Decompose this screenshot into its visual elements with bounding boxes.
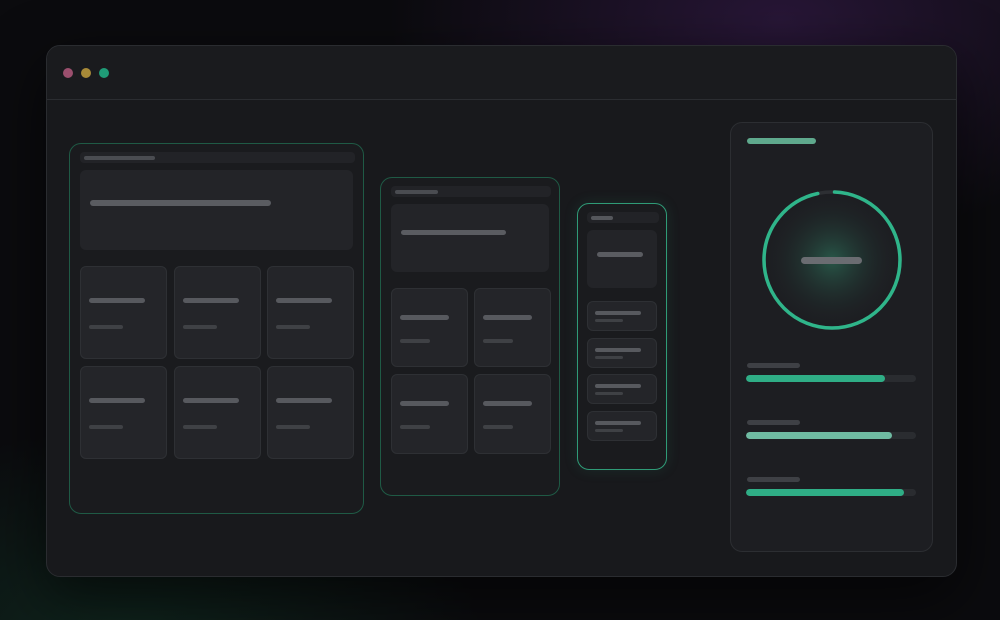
metric-label-bar	[747, 363, 800, 368]
card-title-bar	[183, 298, 239, 303]
tablet-card	[474, 288, 551, 367]
card-title-bar	[89, 298, 145, 303]
desktop-card	[174, 266, 261, 359]
metric-label-bar	[747, 420, 800, 425]
desktop-hero	[80, 170, 353, 250]
desktop-hero-bar	[90, 200, 271, 206]
score-gauge	[762, 190, 902, 330]
card-title-bar	[183, 398, 239, 403]
desktop-preview-frame	[69, 143, 364, 514]
desktop-card	[174, 366, 261, 459]
list-item-sub-bar	[595, 319, 623, 322]
mobile-preview-frame	[577, 203, 667, 470]
list-item-sub-bar	[595, 356, 623, 359]
card-title-bar	[483, 315, 532, 320]
metric-label-bar	[747, 477, 800, 482]
metrics-panel-title-bar	[747, 138, 816, 144]
list-item-title-bar	[595, 348, 641, 352]
metric-fill	[746, 375, 886, 382]
tablet-card	[474, 374, 551, 454]
tablet-preview-frame	[380, 177, 560, 496]
close-dot-icon[interactable]	[63, 68, 73, 78]
title-bar	[47, 46, 956, 100]
card-sub-bar	[89, 425, 123, 429]
list-item-title-bar	[595, 421, 641, 425]
metric-fill	[746, 489, 905, 496]
card-sub-bar	[276, 425, 310, 429]
mobile-list-item	[587, 338, 657, 368]
mobile-list-item	[587, 374, 657, 404]
card-title-bar	[89, 398, 145, 403]
maximize-dot-icon[interactable]	[99, 68, 109, 78]
card-sub-bar	[400, 339, 430, 343]
list-item-title-bar	[595, 311, 641, 315]
mobile-list-item	[587, 411, 657, 441]
metric-track	[746, 375, 916, 382]
tablet-hero-bar	[401, 230, 506, 235]
minimize-dot-icon[interactable]	[81, 68, 91, 78]
card-title-bar	[276, 398, 332, 403]
card-sub-bar	[89, 325, 123, 329]
list-item-sub-bar	[595, 429, 623, 432]
tablet-header-bar	[395, 190, 438, 194]
desktop-card	[80, 366, 167, 459]
card-sub-bar	[183, 325, 217, 329]
desktop-header-bar	[84, 156, 155, 160]
metric-fill	[746, 432, 893, 439]
metric-track	[746, 432, 916, 439]
card-sub-bar	[183, 425, 217, 429]
card-title-bar	[276, 298, 332, 303]
mobile-list-item	[587, 301, 657, 331]
card-sub-bar	[276, 325, 310, 329]
tablet-hero	[391, 204, 549, 272]
mobile-header-bar	[591, 216, 613, 220]
card-title-bar	[400, 315, 449, 320]
desktop-card	[80, 266, 167, 359]
card-title-bar	[483, 401, 532, 406]
metric-track	[746, 489, 916, 496]
tablet-card	[391, 288, 468, 367]
mobile-hero	[587, 230, 657, 288]
card-title-bar	[400, 401, 449, 406]
list-item-title-bar	[595, 384, 641, 388]
card-sub-bar	[400, 425, 430, 429]
desktop-card	[267, 366, 354, 459]
gauge-value-bar	[801, 257, 862, 264]
card-sub-bar	[483, 425, 513, 429]
card-sub-bar	[483, 339, 513, 343]
metrics-panel	[730, 122, 933, 552]
mobile-hero-bar	[597, 252, 643, 257]
tablet-card	[391, 374, 468, 454]
desktop-card	[267, 266, 354, 359]
list-item-sub-bar	[595, 392, 623, 395]
